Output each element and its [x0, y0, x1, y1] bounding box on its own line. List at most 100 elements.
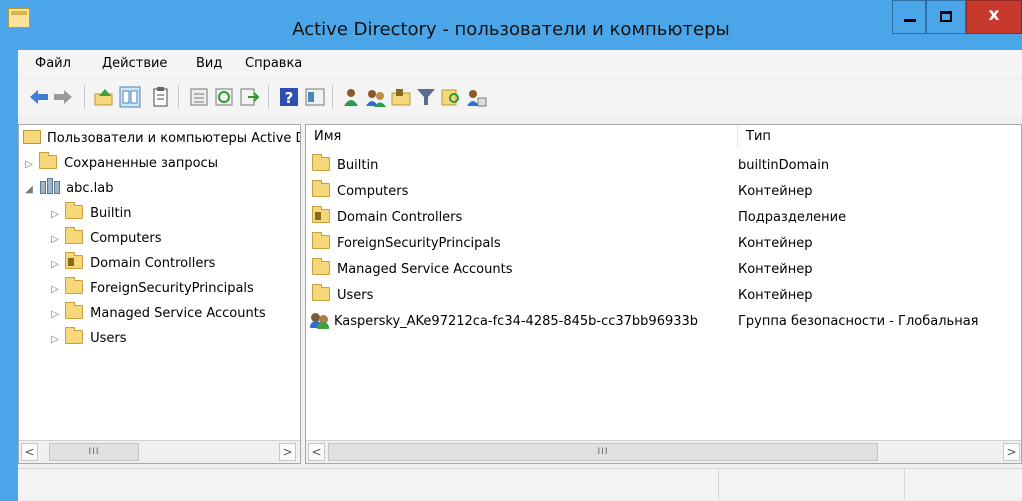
menu-bar: Файл Действие Вид Справка — [18, 50, 1022, 78]
expand-arrow-icon[interactable]: ▷ — [49, 253, 61, 277]
show-tree-icon[interactable] — [119, 86, 141, 108]
scroll-left-button[interactable]: < — [21, 443, 38, 461]
toolbar: ? — [18, 80, 1022, 116]
list-item-name: Users — [337, 288, 374, 303]
expand-arrow-icon[interactable]: ▷ — [49, 278, 61, 302]
column-header-type[interactable]: Тип — [738, 125, 1021, 149]
tree-domain[interactable]: ◢ abc.lab — [23, 177, 113, 201]
new-user-icon[interactable] — [340, 86, 362, 108]
scroll-thumb[interactable]: III — [49, 443, 139, 461]
tree-pane[interactable]: Пользователи и компьютеры Active Directo… — [18, 124, 301, 464]
toolbar-separator — [332, 85, 333, 109]
tree-saved-queries[interactable]: ▷ Сохраненные запросы — [23, 152, 218, 176]
forward-arrow-icon[interactable] — [52, 86, 74, 108]
client-area: Файл Действие Вид Справка ? Пользователи… — [18, 50, 1022, 501]
window-title: Active Directory - пользователи и компью… — [292, 19, 730, 40]
status-cell — [904, 469, 1022, 499]
list-pane[interactable]: Имя Тип Builtin builtinDomain Computers … — [305, 124, 1022, 464]
ou-folder-icon — [312, 206, 330, 223]
folder-icon — [65, 227, 84, 244]
menu-view[interactable]: Вид — [196, 56, 222, 71]
filter-icon[interactable] — [415, 86, 437, 108]
find-icon[interactable] — [440, 86, 462, 108]
tree-managed-service-accounts-label: Managed Service Accounts — [90, 306, 266, 321]
column-header-name[interactable]: Имя — [306, 125, 738, 149]
tree-builtin-label: Builtin — [90, 206, 132, 221]
ou-folder-icon — [65, 252, 84, 269]
minimize-icon — [904, 19, 916, 22]
close-button[interactable]: x — [966, 0, 1022, 34]
tree-computers[interactable]: ▷ Computers — [49, 227, 162, 251]
list-item-name: Domain Controllers — [337, 210, 463, 225]
details-view-icon[interactable] — [304, 86, 326, 108]
expand-arrow-icon[interactable]: ▷ — [49, 203, 61, 227]
help-icon[interactable]: ? — [278, 86, 300, 108]
list-horizontal-scrollbar[interactable]: < III > — [306, 440, 1021, 463]
list-item[interactable]: Managed Service Accounts Контейнер — [306, 257, 1021, 283]
list-item[interactable]: Computers Контейнер — [306, 179, 1021, 205]
menu-help[interactable]: Справка — [245, 56, 302, 71]
menu-action[interactable]: Действие — [102, 56, 167, 71]
close-icon: x — [988, 5, 1000, 25]
title-bar[interactable]: Active Directory - пользователи и компью… — [0, 0, 1022, 50]
list-item-type: builtinDomain — [738, 158, 830, 173]
security-group-icon — [310, 312, 330, 329]
new-ou-icon[interactable] — [390, 86, 412, 108]
list-item-type: Подразделение — [738, 210, 847, 225]
folder-icon — [65, 277, 84, 294]
folder-icon — [39, 152, 58, 169]
expand-arrow-icon[interactable]: ▷ — [49, 303, 61, 327]
properties-icon[interactable] — [149, 86, 171, 108]
tree-root[interactable]: Пользователи и компьютеры Active Directo… — [23, 127, 300, 151]
tree-foreign-security-principals[interactable]: ▷ ForeignSecurityPrincipals — [49, 277, 254, 301]
export-icon[interactable] — [238, 86, 260, 108]
list-item-name: Builtin — [337, 158, 379, 173]
tree-users[interactable]: ▷ Users — [49, 327, 127, 351]
tree-domain-controllers[interactable]: ▷ Domain Controllers — [49, 252, 215, 276]
tree-builtin[interactable]: ▷ Builtin — [49, 202, 131, 226]
folder-icon — [65, 202, 84, 219]
list-item[interactable]: Builtin builtinDomain — [306, 153, 1021, 179]
folder-icon — [312, 180, 330, 197]
folder-icon — [65, 327, 84, 344]
toolbar-separator — [268, 85, 269, 109]
refresh-icon[interactable] — [213, 86, 235, 108]
tree-domain-label: abc.lab — [66, 181, 114, 196]
folder-icon — [312, 258, 330, 275]
list-icon[interactable] — [188, 86, 210, 108]
minimize-button[interactable] — [892, 0, 926, 34]
tree-domain-controllers-label: Domain Controllers — [90, 256, 216, 271]
folder-icon — [65, 302, 84, 319]
expand-arrow-icon[interactable]: ▷ — [49, 328, 61, 352]
list-item[interactable]: Users Контейнер — [306, 283, 1021, 309]
tree-foreign-security-principals-label: ForeignSecurityPrincipals — [90, 281, 254, 296]
toolbar-separator — [84, 85, 85, 109]
scroll-left-button[interactable]: < — [308, 443, 325, 461]
domain-icon — [39, 177, 61, 195]
scroll-right-button[interactable]: > — [279, 443, 296, 461]
add-to-group-icon[interactable] — [465, 86, 487, 108]
list-item[interactable]: Domain Controllers Подразделение — [306, 205, 1021, 231]
list-item[interactable]: ForeignSecurityPrincipals Контейнер — [306, 231, 1021, 257]
tree-users-label: Users — [90, 331, 127, 346]
folder-icon — [312, 232, 330, 249]
maximize-button[interactable] — [926, 0, 966, 34]
status-cell — [718, 469, 904, 499]
up-folder-icon[interactable] — [93, 86, 115, 108]
expand-arrow-icon[interactable]: ▷ — [49, 228, 61, 252]
menu-file[interactable]: Файл — [35, 56, 71, 71]
new-group-icon[interactable] — [365, 86, 387, 108]
expand-arrow-icon[interactable]: ▷ — [23, 153, 35, 177]
app-window: Active Directory - пользователи и компью… — [0, 0, 1022, 501]
back-arrow-icon[interactable] — [28, 86, 50, 108]
scroll-right-button[interactable]: > — [1003, 443, 1020, 461]
maximize-icon — [940, 11, 952, 22]
tree-horizontal-scrollbar[interactable]: < III > — [19, 440, 300, 463]
scroll-thumb[interactable]: III — [328, 443, 878, 461]
tree-root-label: Пользователи и компьютеры Active Directo… — [47, 131, 300, 146]
list-item[interactable]: Kaspersky_AKe97212ca-fc34-4285-845b-cc37… — [306, 309, 1021, 335]
tree-managed-service-accounts[interactable]: ▷ Managed Service Accounts — [49, 302, 266, 326]
list-item-type: Контейнер — [738, 184, 813, 199]
collapse-arrow-icon[interactable]: ◢ — [23, 178, 35, 202]
folder-icon — [312, 284, 330, 301]
